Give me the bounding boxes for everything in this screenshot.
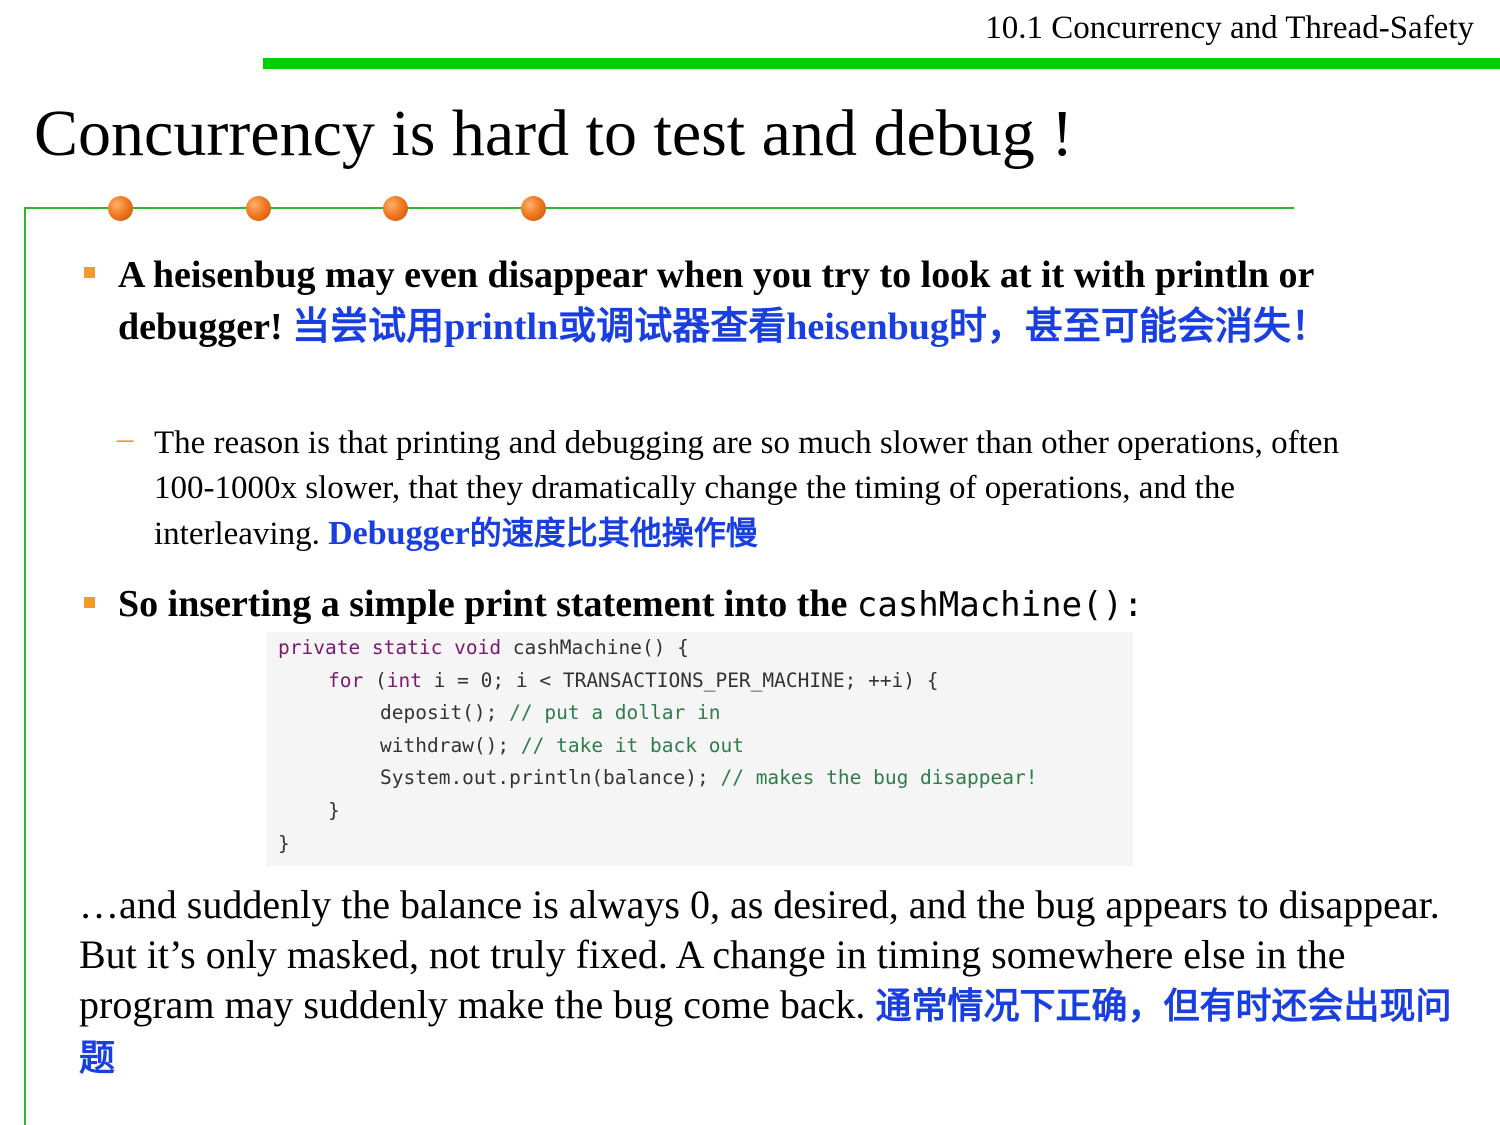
bullet-text-zh-latin: println (444, 306, 559, 348)
bullet-marker (84, 267, 95, 278)
decorative-dot (246, 196, 271, 221)
sub-bullet-dash: – (117, 421, 134, 457)
decorative-dot (108, 196, 133, 221)
code-keyword: private static void (278, 636, 502, 659)
code-line: withdraw(); // take it back out (380, 734, 744, 757)
code-line: } (278, 832, 290, 855)
code-text: deposit(); (380, 701, 510, 724)
code-snippet: private static void cashMachine() { for … (266, 632, 1133, 866)
sub-bullet-reason: The reason is that printing and debuggin… (154, 421, 1404, 557)
sub-bullet-text-zh-latin: Debugger (328, 515, 470, 552)
code-text: i = 0; i < TRANSACTIONS_PER_MACHINE; ++i… (421, 669, 939, 692)
code-line: } (328, 799, 340, 822)
bullet-text-zh: 时，甚至可能会消失！ (948, 304, 1329, 348)
bullet-text-zh: 当尝试用 (292, 304, 445, 348)
code-line: System.out.println(balance); // makes th… (380, 766, 1037, 789)
code-keyword: for (328, 669, 364, 692)
bullet-marker (84, 597, 95, 608)
sub-bullet-text-zh: 的速度比其他操作慢 (469, 514, 758, 552)
bullet-inline-code: cashMachine(): (856, 585, 1144, 625)
code-text: cashMachine() { (501, 636, 689, 659)
code-comment: // makes the bug disappear! (720, 766, 1038, 789)
decorative-dot (521, 196, 546, 221)
code-text: ( (363, 669, 387, 692)
bullet-text-zh: 或调试器查看 (558, 304, 787, 348)
code-comment: // put a dollar in (509, 701, 721, 724)
closing-paragraph: …and suddenly the balance is always 0, a… (79, 880, 1459, 1084)
decorative-dot (383, 196, 408, 221)
title-divider (24, 207, 1294, 209)
code-text: withdraw(); (380, 734, 521, 757)
code-line: private static void cashMachine() { (278, 636, 689, 659)
code-keyword: int (386, 669, 422, 692)
left-margin-rule (24, 207, 26, 1125)
section-header: 10.1 Concurrency and Thread-Safety (985, 10, 1474, 46)
bullet-text-en: So inserting a simple print statement in… (118, 583, 848, 625)
code-line: deposit(); // put a dollar in (380, 701, 720, 724)
code-line: for (int i = 0; i < TRANSACTIONS_PER_MAC… (328, 669, 939, 692)
bullet-text-zh-latin: heisenbug (786, 306, 949, 348)
code-comment: // take it back out (520, 734, 744, 757)
bullet-print-statement: So inserting a simple print statement in… (118, 579, 1143, 631)
bullet-heisenbug: A heisenbug may even disappear when you … (118, 250, 1408, 353)
header-accent-bar (263, 58, 1500, 69)
code-text: System.out.println(balance); (380, 766, 721, 789)
slide-title: Concurrency is hard to test and debug ! (34, 97, 1074, 170)
